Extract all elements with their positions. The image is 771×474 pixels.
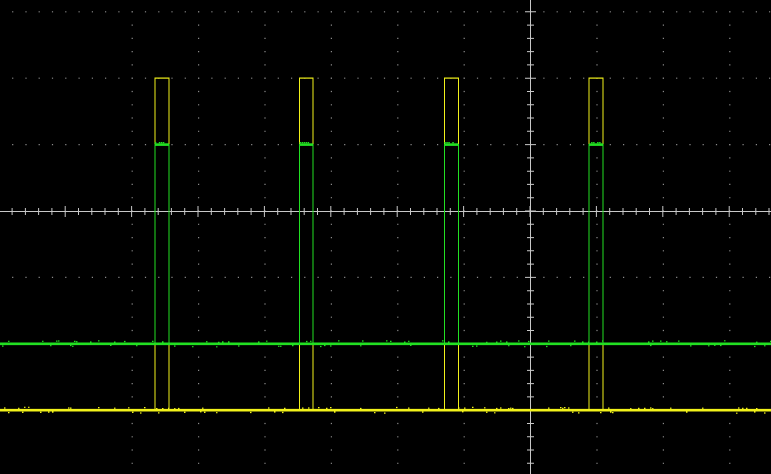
grid-dots-vertical: [662, 11, 664, 464]
grid-dots-vertical: [198, 11, 200, 464]
graticule: [0, 0, 771, 474]
grid-dots-vertical: [397, 11, 399, 464]
grid-dots-vertical: [131, 11, 133, 464]
grid-dots-vertical: [463, 11, 465, 464]
grid-dots-vertical: [596, 11, 598, 464]
trace-layer: [0, 77, 771, 414]
oscilloscope-screen: [0, 0, 771, 474]
trace-1-line: [0, 77, 771, 411]
trace-2-line: [0, 144, 771, 345]
grid-dots-vertical: [729, 11, 731, 464]
grid-dots-vertical: [330, 11, 332, 464]
grid-dots-vertical: [264, 11, 266, 464]
